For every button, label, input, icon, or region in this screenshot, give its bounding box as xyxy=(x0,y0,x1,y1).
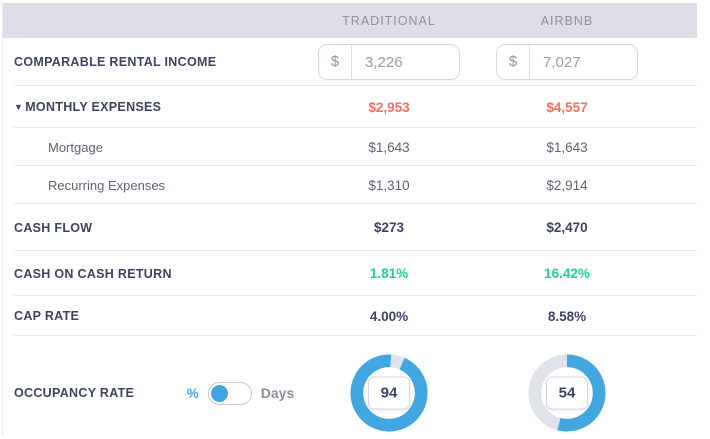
traditional-cell: $ xyxy=(314,44,464,80)
traditional-value: $1,643 xyxy=(314,140,464,155)
traditional-income-input[interactable] xyxy=(352,54,459,71)
column-header-airbnb: AIRBNB xyxy=(492,14,642,28)
row-recurring-expenses: Recurring Expenses $1,310 $2,914 xyxy=(3,166,697,204)
row-cap-rate: CAP RATE 4.00% 8.58% xyxy=(3,296,697,336)
row-monthly-expenses: ▼MONTHLY EXPENSES $2,953 $4,557 xyxy=(3,86,697,128)
traditional-value: $1,310 xyxy=(314,178,464,193)
row-occupancy-rate: OCCUPANCY RATE % Days 94 xyxy=(3,336,697,436)
row-label: CASH FLOW xyxy=(3,221,314,235)
percent-days-toggle[interactable] xyxy=(208,382,252,405)
traditional-value: 1.81% xyxy=(314,266,464,281)
traditional-value: $273 xyxy=(314,220,464,235)
occupancy-unit-toggle-group: % Days xyxy=(153,382,314,405)
row-label: OCCUPANCY RATE xyxy=(3,386,153,400)
airbnb-value: 16.42% xyxy=(492,266,642,281)
airbnb-value: $2,470 xyxy=(492,220,642,235)
traditional-income-field: $ xyxy=(318,44,460,80)
row-mortgage: Mortgage $1,643 $1,643 xyxy=(3,128,697,166)
airbnb-occupancy-gauge: 54 xyxy=(528,354,606,432)
row-cash-flow: CASH FLOW $273 $2,470 xyxy=(3,204,697,251)
row-label: Mortgage xyxy=(3,140,314,155)
traditional-value: $2,953 xyxy=(314,100,464,115)
row-label: ▼MONTHLY EXPENSES xyxy=(3,100,314,114)
traditional-cell: 94 xyxy=(314,354,464,432)
airbnb-value: $4,557 xyxy=(492,100,642,115)
row-label: COMPARABLE RENTAL INCOME xyxy=(3,55,314,69)
currency-symbol: $ xyxy=(319,45,352,79)
airbnb-value: 8.58% xyxy=(492,309,642,324)
rental-comparison-widget: TRADITIONAL AIRBNB COMPARABLE RENTAL INC… xyxy=(2,3,697,436)
collapse-caret-icon[interactable]: ▼ xyxy=(14,102,23,112)
table-header: TRADITIONAL AIRBNB xyxy=(3,3,697,38)
airbnb-income-input[interactable] xyxy=(530,54,637,71)
airbnb-value: $2,914 xyxy=(492,178,642,193)
row-comparable-rental-income: COMPARABLE RENTAL INCOME $ $ xyxy=(3,38,697,86)
currency-symbol: $ xyxy=(497,45,530,79)
occupancy-value: 94 xyxy=(368,377,410,410)
row-cash-on-cash-return: CASH ON CASH RETURN 1.81% 16.42% xyxy=(3,251,697,296)
row-label: CAP RATE xyxy=(3,309,314,323)
traditional-value: 4.00% xyxy=(314,309,464,324)
monthly-expenses-label: MONTHLY EXPENSES xyxy=(25,100,161,114)
airbnb-cell: $ xyxy=(492,44,642,80)
occupancy-value: 54 xyxy=(546,377,588,410)
column-header-traditional: TRADITIONAL xyxy=(314,14,464,28)
airbnb-value: $1,643 xyxy=(492,140,642,155)
toggle-knob[interactable] xyxy=(211,385,228,402)
row-label: Recurring Expenses xyxy=(3,178,314,193)
percent-label[interactable]: % xyxy=(187,386,199,401)
airbnb-income-field: $ xyxy=(496,44,638,80)
airbnb-cell: 54 xyxy=(492,354,642,432)
traditional-occupancy-gauge: 94 xyxy=(350,354,428,432)
row-label: CASH ON CASH RETURN xyxy=(3,267,314,281)
days-label[interactable]: Days xyxy=(261,385,294,401)
